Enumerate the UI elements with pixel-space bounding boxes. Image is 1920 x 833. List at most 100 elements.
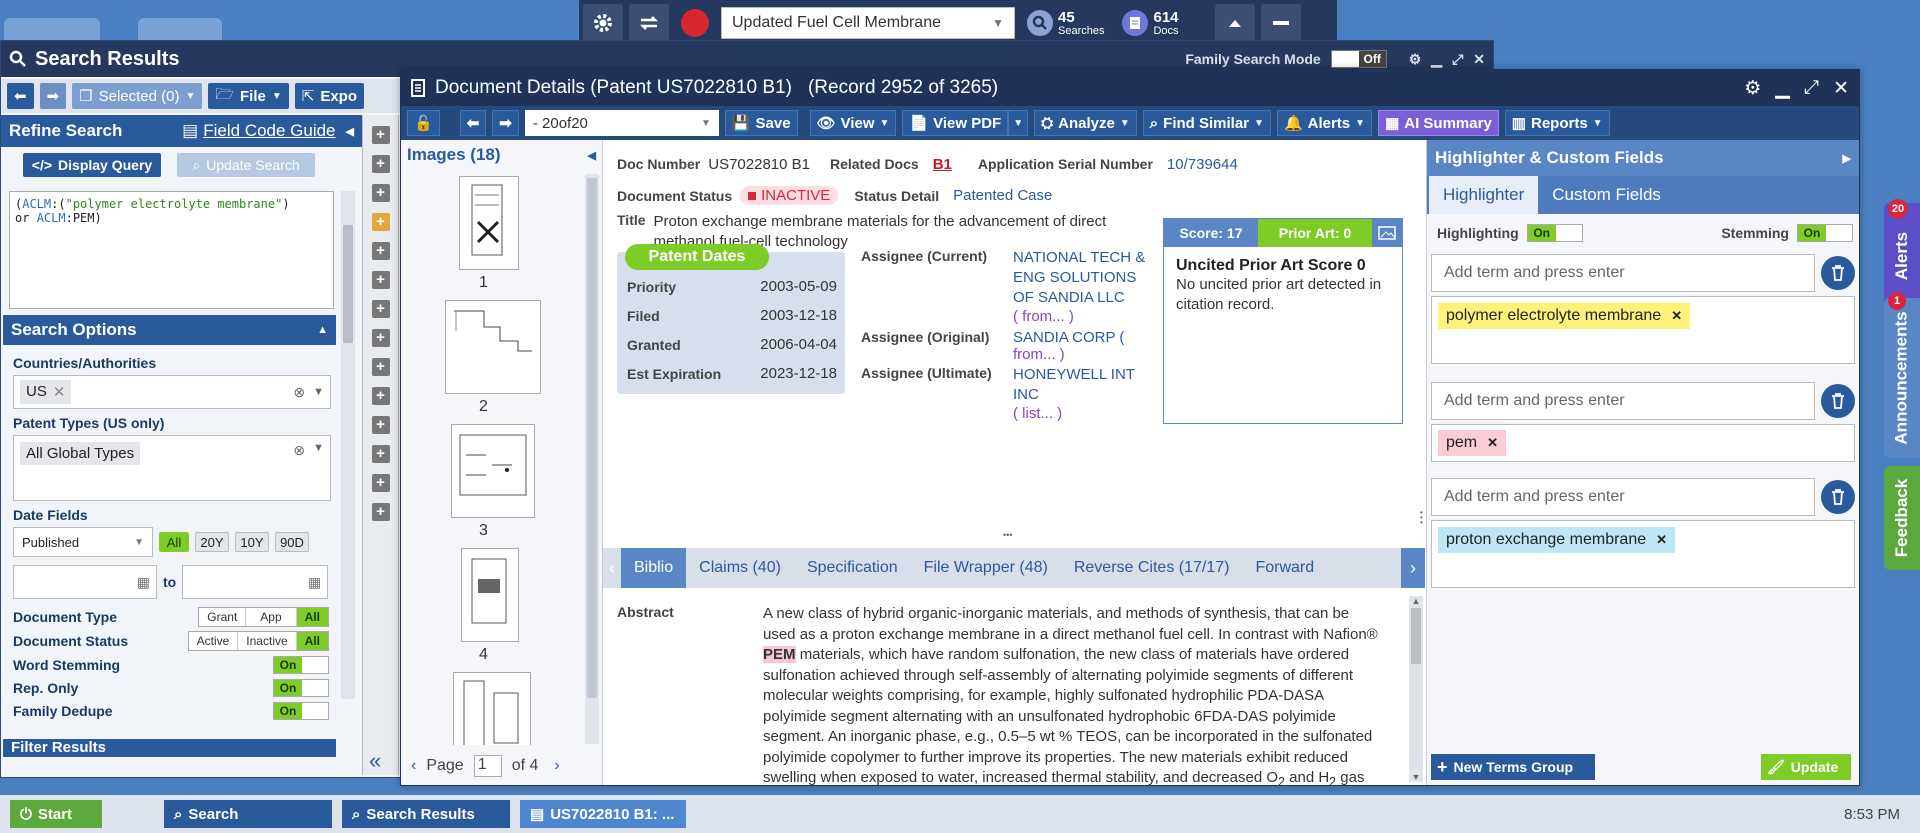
minimize-icon[interactable] [1260, 4, 1301, 42]
close-icon[interactable]: ✕ [1473, 51, 1485, 68]
term-input[interactable]: Add term and press enter [1431, 254, 1815, 292]
expand-icon[interactable]: ⤢ [1804, 77, 1819, 99]
alerts-dropdown[interactable]: 🔔 Alerts ▼ [1276, 110, 1373, 136]
images-scrollbar[interactable] [585, 174, 599, 744]
collapse-left-icon[interactable]: ◀ [588, 149, 596, 162]
date-from-input[interactable]: ▦ [13, 565, 157, 599]
remove-icon[interactable]: ✕ [1487, 435, 1498, 451]
taskbar-document[interactable]: ▤ US7022810 B1: ... [520, 800, 686, 828]
calendar-icon[interactable]: ▦ [308, 574, 321, 591]
expand-row-icon[interactable]: + [371, 155, 390, 173]
remove-icon[interactable]: ✕ [1671, 308, 1682, 324]
assignee-original-value[interactable]: SANDIA CORP ( [1013, 329, 1124, 346]
update-search-button[interactable]: ⌕ Update Search [177, 153, 315, 177]
calendar-icon[interactable]: ▦ [137, 574, 150, 591]
expand-row-icon[interactable]: + [371, 126, 390, 144]
related-docs-link[interactable]: B1 [933, 156, 952, 173]
date-range-90d[interactable]: 90D [275, 532, 309, 552]
reports-dropdown[interactable]: ▥ Reports ▼ [1504, 110, 1610, 136]
gear-icon[interactable]: ⚙ [1409, 51, 1422, 68]
family-search-mode-toggle[interactable]: Off [1330, 50, 1387, 68]
feedback-side-tab[interactable]: Feedback [1884, 466, 1920, 570]
query-scrollbar[interactable] [341, 191, 355, 699]
page-number-input[interactable]: 1 [473, 755, 502, 777]
clear-icon[interactable]: ⊗ [293, 384, 305, 401]
expand-row-icon[interactable]: + [371, 329, 390, 347]
abstract-scrollbar[interactable]: ▲ ▼ [1409, 596, 1423, 782]
term-chip[interactable]: proton exchange membrane ✕ [1438, 527, 1676, 553]
minimize-icon[interactable]: ▁ [1775, 77, 1790, 100]
patent-image-thumbnail[interactable] [461, 548, 519, 642]
close-icon[interactable]: ✕ [1833, 77, 1849, 100]
collapse-left-icon[interactable]: ◀ [346, 125, 354, 138]
file-dropdown[interactable]: 🗁 File ▼ [208, 83, 289, 109]
countries-select[interactable]: US ✕ ⊗ ▼ [13, 375, 331, 409]
back-button[interactable]: ⬅ [7, 83, 34, 109]
next-doc-button[interactable]: ➡ [492, 110, 519, 136]
tab-claims[interactable]: Claims (40) [686, 548, 794, 588]
prev-page-icon[interactable]: ‹ [411, 757, 416, 775]
date-range-all[interactable]: All [159, 532, 189, 552]
date-range-20y[interactable]: 20Y [195, 532, 229, 552]
date-to-input[interactable]: ▦ [182, 565, 329, 599]
clear-icon[interactable]: ⊗ [293, 442, 305, 459]
family-dedupe-toggle[interactable]: On [273, 702, 329, 720]
rep-only-toggle[interactable]: On [273, 679, 329, 697]
minimize-icon[interactable]: ▁ [1431, 51, 1442, 68]
view-dropdown[interactable]: 👁 View ▼ [809, 110, 897, 136]
trash-icon[interactable] [1821, 480, 1855, 514]
expand-icon[interactable]: ⤢ [1452, 51, 1463, 68]
update-button[interactable]: 🖌 Update [1761, 754, 1851, 780]
taskbar-search[interactable]: ⌕ Search [164, 800, 332, 828]
settings-gear-icon[interactable] [583, 4, 623, 42]
collapse-right-icon[interactable]: ▶ [1843, 152, 1851, 165]
expand-row-icon[interactable]: + [371, 474, 390, 492]
term-chip[interactable]: polymer electrolyte membrane ✕ [1438, 303, 1691, 329]
highlighting-toggle[interactable]: On [1526, 224, 1583, 242]
expand-row-icon[interactable]: + [371, 445, 390, 463]
country-chip[interactable]: US ✕ [20, 380, 72, 404]
remove-icon[interactable]: ✕ [53, 383, 66, 401]
tab-custom-fields[interactable]: Custom Fields [1538, 176, 1675, 214]
panel-resize-handle-icon[interactable]: • • • [1420, 509, 1425, 530]
previous-doc-button[interactable]: ⬅ [459, 110, 487, 136]
app-serial-value[interactable]: 10/739644 [1167, 156, 1238, 173]
save-button[interactable]: 💾 Save [724, 110, 798, 136]
doc-type-app[interactable]: App [246, 608, 297, 626]
selected-dropdown[interactable]: ❐ Selected (0) ▼ [72, 83, 203, 109]
new-terms-group-button[interactable]: + New Terms Group [1431, 754, 1595, 780]
tab-scroll-right-icon[interactable]: › [1401, 548, 1425, 588]
date-range-10y[interactable]: 10Y [235, 532, 269, 552]
expand-row-icon[interactable]: + [371, 184, 390, 202]
patent-image-thumbnail[interactable] [445, 300, 541, 394]
view-pdf-button[interactable]: 📄 View PDF [902, 110, 1009, 136]
docs-counter[interactable]: 614 Docs [1116, 10, 1184, 37]
start-button[interactable]: ⏻ Start [10, 800, 102, 828]
view-pdf-dropdown[interactable]: ▼ [1008, 110, 1029, 136]
analyze-dropdown[interactable]: ⛭ Analyze ▼ [1034, 110, 1137, 136]
caret-up-icon[interactable] [1214, 4, 1255, 42]
forward-button[interactable]: ➡ [39, 83, 67, 109]
tab-biblio[interactable]: Biblio [621, 548, 687, 588]
tab-forward-cites[interactable]: Forward Cite [1242, 548, 1316, 588]
display-query-button[interactable]: </> Display Query [23, 153, 161, 177]
collapse-panel-icon[interactable]: « [369, 750, 381, 772]
doc-status-inactive[interactable]: Inactive [238, 632, 297, 650]
image-icon[interactable] [1372, 219, 1402, 247]
document-status-segmented[interactable]: Active Inactive All [187, 631, 329, 651]
date-field-select[interactable]: Published ▼ [13, 527, 153, 557]
find-similar-dropdown[interactable]: ⌕ Find Similar ▼ [1142, 110, 1271, 136]
refresh-icon[interactable] [629, 4, 669, 42]
expand-row-icon[interactable]: + [371, 271, 390, 289]
expand-row-icon[interactable]: + [371, 358, 390, 376]
assignee-ultimate-value[interactable]: HONEYWELL INT INC [1013, 365, 1151, 405]
expand-row-icon[interactable]: + [371, 242, 390, 260]
patent-types-select[interactable]: All Global Types ⊗ ▼ [13, 435, 331, 501]
tab-file-wrapper[interactable]: File Wrapper (48) [911, 548, 1061, 588]
trash-icon[interactable] [1821, 256, 1855, 290]
trash-icon[interactable] [1821, 384, 1855, 418]
filter-results-header[interactable]: Filter Results [3, 739, 336, 757]
doc-type-grant[interactable]: Grant [199, 608, 247, 626]
expand-row-icon[interactable]: + [371, 300, 390, 318]
searches-counter[interactable]: 45 Searches [1021, 10, 1110, 37]
